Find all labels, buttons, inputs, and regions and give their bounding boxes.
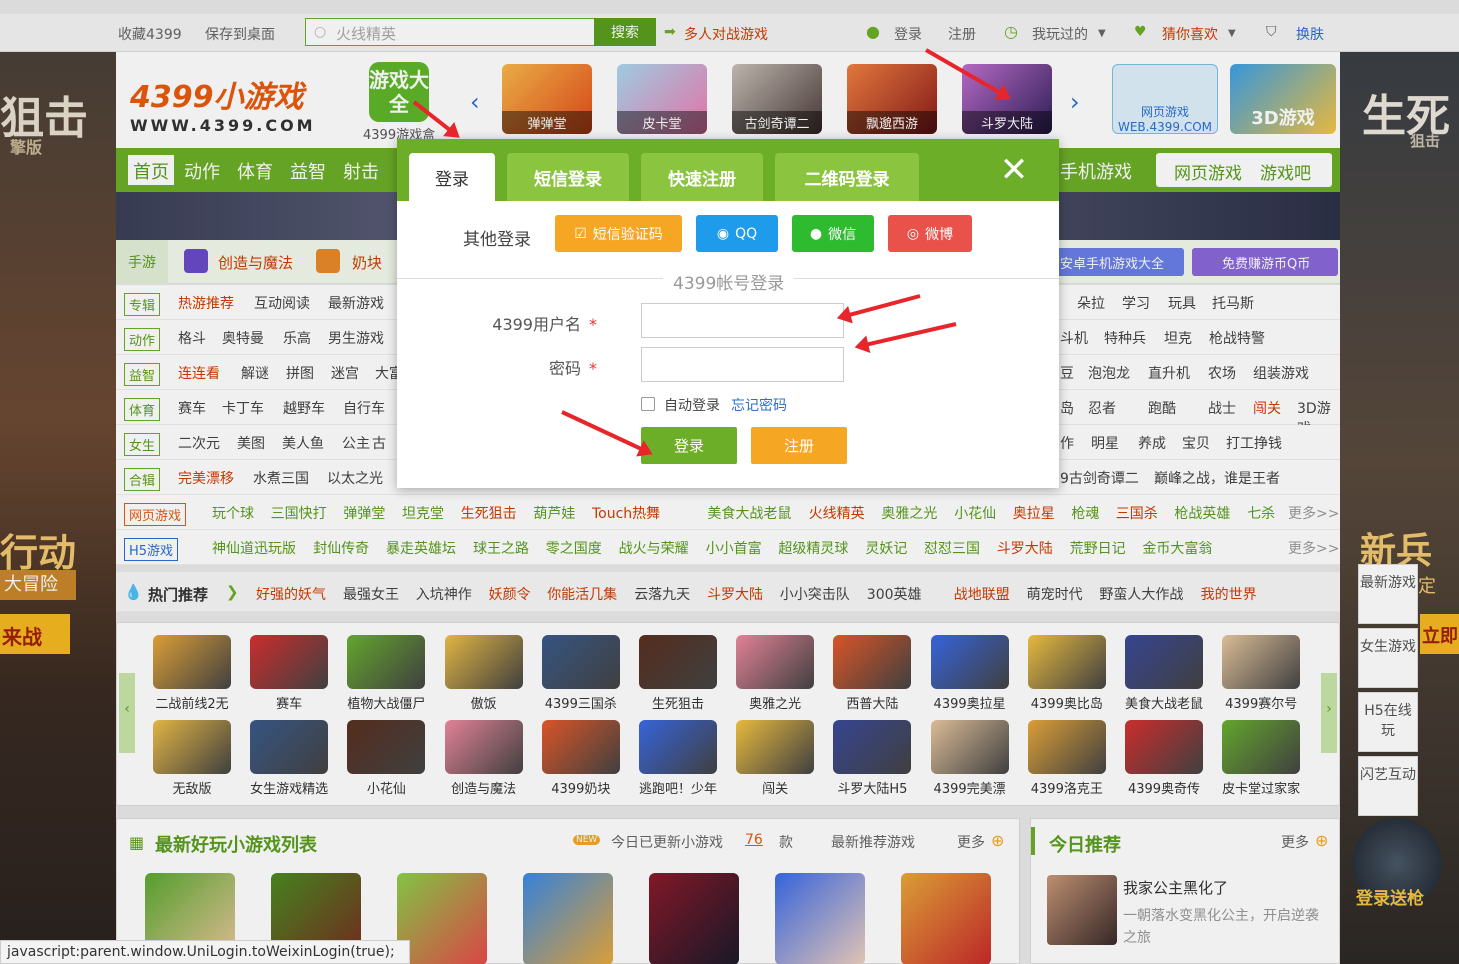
login-modal: 登录 短信登录 快速注册 二维码登录 ✕ 其他登录 ☑ 短信验证码 ◉ QQ ● 微信…	[397, 139, 1059, 488]
account-title: 4399帐号登录	[663, 269, 795, 294]
username-field[interactable]	[641, 303, 844, 338]
password-field[interactable]	[641, 347, 844, 382]
tab-qrcode-login[interactable]: 二维码登录	[775, 153, 919, 201]
required-mark: *	[589, 359, 597, 378]
modal-header: 登录 短信登录 快速注册 二维码登录 ✕	[397, 139, 1059, 201]
weibo-login-button[interactable]: ◎ 微博	[888, 215, 972, 252]
forgot-password-link[interactable]: 忘记密码	[731, 395, 787, 415]
auto-login-checkbox[interactable]	[641, 397, 655, 411]
tab-login[interactable]: 登录	[409, 153, 495, 201]
status-bar: javascript:parent.window.UniLogin.toWeix…	[0, 940, 410, 964]
sms-code-button[interactable]: ☑ 短信验证码	[555, 215, 682, 252]
auto-login-label: 自动登录	[664, 398, 720, 414]
qq-icon: ◉	[716, 225, 730, 242]
close-icon[interactable]: ✕	[997, 153, 1031, 187]
username-label: 4399用户名 *	[492, 315, 597, 334]
register-button[interactable]: 注册	[751, 427, 847, 464]
password-label: 密码 *	[548, 359, 597, 378]
phone-check-icon: ☑	[574, 225, 587, 242]
wechat-icon: ●	[809, 225, 823, 242]
required-mark: *	[589, 315, 597, 334]
weibo-icon: ◎	[906, 225, 920, 242]
other-login-label: 其他登录	[463, 230, 531, 250]
tab-sms-login[interactable]: 短信登录	[507, 153, 629, 201]
wechat-login-button[interactable]: ● 微信	[792, 215, 874, 252]
tab-quick-register[interactable]: 快速注册	[641, 153, 763, 201]
qq-login-button[interactable]: ◉ QQ	[696, 215, 778, 252]
